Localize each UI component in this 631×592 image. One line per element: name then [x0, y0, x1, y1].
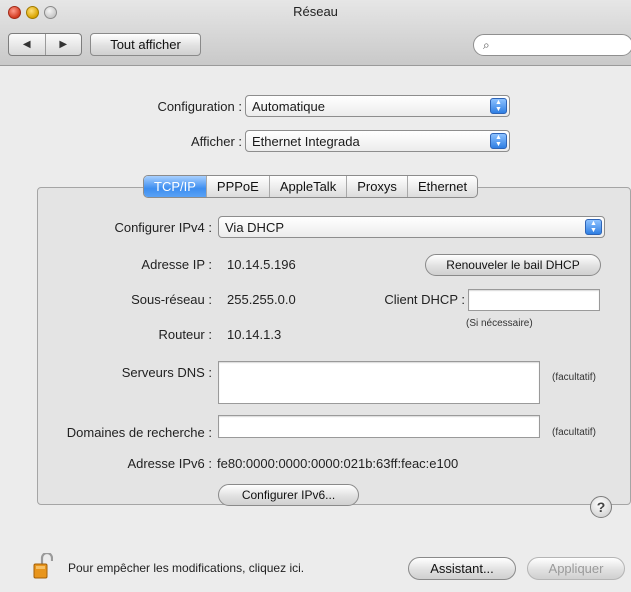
configure-ipv4-popup[interactable]: Via DHCP ▲ ▼ [218, 216, 605, 238]
configuration-popup[interactable]: Automatique ▲ ▼ [245, 95, 510, 117]
afficher-label: Afficher : [190, 134, 242, 149]
subnet-value: 255.255.0.0 [227, 292, 296, 307]
network-preferences-window: Réseau ◀ ▶ Tout afficher ⌕ Configuration… [0, 0, 631, 592]
dns-servers-field[interactable] [218, 361, 540, 404]
tab-pppoe[interactable]: PPPoE [207, 176, 270, 197]
tab-bar: TCP/IP PPPoE AppleTalk Proxys Ethernet [143, 175, 479, 198]
afficher-value: Ethernet Integrada [252, 133, 360, 149]
tab-ethernet[interactable]: Ethernet [408, 176, 477, 197]
tab-tcpip[interactable]: TCP/IP [144, 176, 207, 197]
ipv6-address-value: fe80:0000:0000:0000:021b:63ff:feac:e100 [217, 456, 459, 471]
ipv6-address-label: Adresse IPv6 : [127, 456, 212, 471]
popup-arrows-icon: ▲ ▼ [585, 219, 602, 235]
configuration-value: Automatique [252, 98, 325, 114]
ip-address-label: Adresse IP : [141, 257, 212, 272]
lock-message: Pour empêcher les modifications, cliquez… [68, 561, 305, 575]
search-field[interactable]: ⌕ [473, 34, 631, 56]
assistant-button[interactable]: Assistant... [408, 557, 516, 580]
title-bar: Réseau ◀ ▶ Tout afficher ⌕ [0, 0, 631, 66]
renew-dhcp-lease-button[interactable]: Renouveler le bail DHCP [425, 254, 601, 276]
client-dhcp-note: (Si nécessaire) [466, 318, 533, 329]
client-dhcp-label: Client DHCP : [384, 292, 465, 307]
tab-proxys[interactable]: Proxys [347, 176, 408, 197]
dns-servers-label: Serveurs DNS : [121, 365, 212, 380]
back-forward-control: ◀ ▶ [8, 33, 82, 56]
back-arrow-icon[interactable]: ◀ [9, 34, 46, 55]
dns-optional-note: (facultatif) [552, 372, 596, 383]
afficher-popup[interactable]: Ethernet Integrada ▲ ▼ [245, 130, 510, 152]
tab-appletalk[interactable]: AppleTalk [270, 176, 348, 197]
search-domains-label: Domaines de recherche : [66, 425, 212, 440]
popup-arrows-icon: ▲ ▼ [490, 133, 507, 149]
search-domains-field[interactable] [218, 415, 540, 438]
configure-ipv6-button[interactable]: Configurer IPv6... [218, 484, 359, 506]
subnet-label: Sous-réseau : [131, 292, 212, 307]
client-dhcp-field[interactable] [468, 289, 600, 311]
configuration-label: Configuration : [157, 99, 242, 114]
popup-arrows-icon: ▲ ▼ [490, 98, 507, 114]
router-value: 10.14.1.3 [227, 327, 282, 342]
ip-address-value: 10.14.5.196 [227, 257, 296, 272]
show-all-button[interactable]: Tout afficher [90, 33, 201, 56]
apply-button[interactable]: Appliquer [527, 557, 625, 580]
window-title: Réseau [293, 4, 338, 19]
configure-ipv4-value: Via DHCP [225, 219, 285, 235]
configure-ipv4-label: Configurer IPv4 : [114, 220, 212, 235]
router-label: Routeur : [158, 327, 212, 342]
help-icon[interactable]: ? [590, 496, 612, 518]
search-domains-optional-note: (facultatif) [552, 427, 596, 438]
lock-icon[interactable] [33, 551, 54, 579]
search-icon: ⌕ [483, 38, 490, 52]
forward-arrow-icon[interactable]: ▶ [46, 34, 82, 55]
